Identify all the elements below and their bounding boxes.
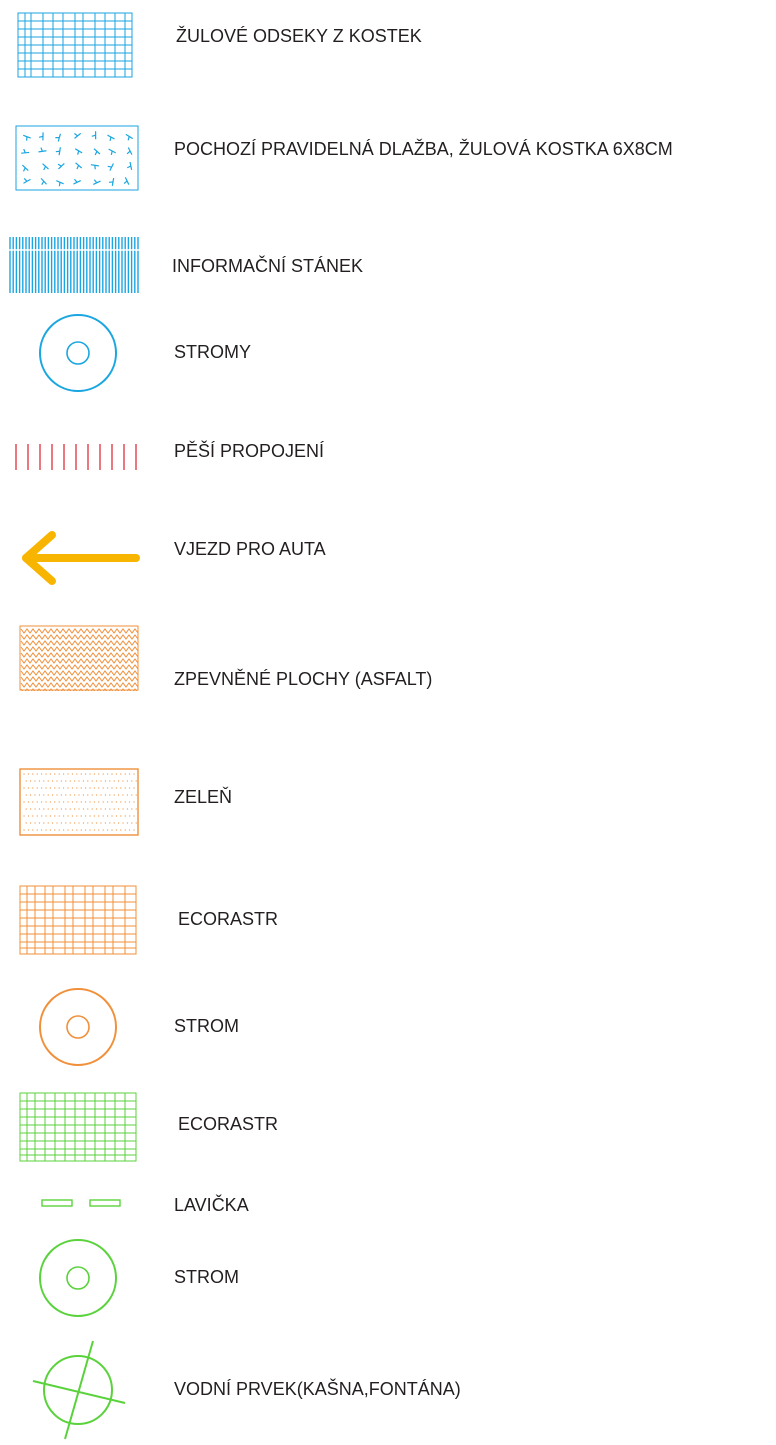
legend-label: LAVIČKA bbox=[174, 1195, 249, 1215]
legend-label: STROMY bbox=[174, 342, 252, 362]
legend-label: VODNÍ PRVEK(KAŠNA,FONTÁNA) bbox=[174, 1379, 461, 1399]
left-arrow-icon bbox=[22, 531, 140, 585]
legend-label: ZPEVNĚNÉ PLOCHY (ASFALT) bbox=[174, 669, 433, 689]
tree-circle-icon bbox=[39, 988, 117, 1066]
dot-pattern-icon bbox=[19, 768, 139, 836]
legend-label: STROM bbox=[174, 1267, 239, 1287]
grid-hatch-icon bbox=[17, 12, 133, 78]
legend-label: VJEZD PRO AUTA bbox=[174, 539, 326, 559]
legend-label: ZELEŇ bbox=[174, 787, 233, 807]
crossed-circle-icon bbox=[32, 1340, 126, 1440]
legend-label: STROM bbox=[174, 1016, 239, 1036]
tree-circle-icon bbox=[39, 1239, 117, 1317]
random-tick-pattern-icon bbox=[15, 125, 139, 191]
vertical-stripe-hatch-icon bbox=[9, 237, 140, 293]
legend-label: POCHOZÍ PRAVIDELNÁ DLAŽBA, ŽULOVÁ KOSTKA… bbox=[174, 139, 673, 159]
legend-label: ŽULOVÉ ODSEKY Z KOSTEK bbox=[176, 26, 422, 46]
legend-label: ECORASTR bbox=[178, 1114, 279, 1134]
legend-label: PĚŠÍ PROPOJENÍ bbox=[174, 441, 325, 461]
zigzag-hatch-icon bbox=[19, 625, 139, 691]
tree-circle-icon bbox=[39, 314, 117, 392]
legend-label: ECORASTR bbox=[178, 909, 279, 929]
legend-label: INFORMAČNÍ STÁNEK bbox=[172, 256, 364, 276]
dashed-vertical-lines-icon bbox=[15, 444, 137, 470]
bench-icon bbox=[41, 1199, 121, 1207]
grid-hatch-icon bbox=[19, 885, 137, 955]
grid-hatch-icon bbox=[19, 1092, 137, 1162]
